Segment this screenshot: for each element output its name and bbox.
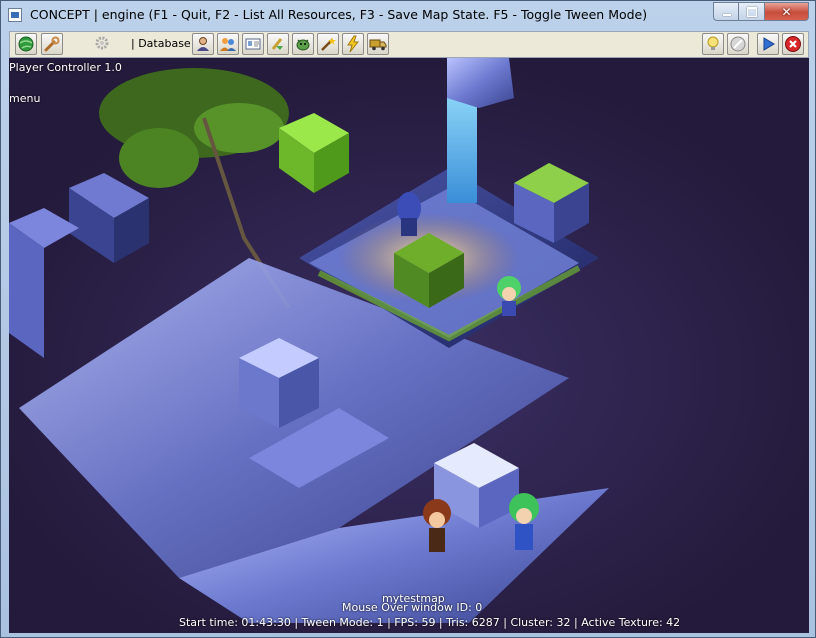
stop-button[interactable] bbox=[727, 33, 749, 55]
close-circle-icon bbox=[785, 36, 801, 52]
wand-icon bbox=[321, 37, 336, 51]
app-icon[interactable] bbox=[8, 8, 22, 22]
play-icon bbox=[763, 37, 775, 51]
bulb-icon bbox=[707, 36, 719, 50]
vehicles-button[interactable] bbox=[367, 33, 389, 55]
play-button[interactable] bbox=[757, 33, 779, 55]
app-window: CONCEPT | engine (F1 - Quit, F2 - List A… bbox=[0, 0, 816, 638]
disc-icon bbox=[730, 36, 746, 52]
items-button[interactable] bbox=[267, 33, 289, 55]
title-bar[interactable]: CONCEPT | engine (F1 - Quit, F2 - List A… bbox=[1, 1, 815, 29]
database-label: | Database bbox=[131, 37, 191, 50]
cards-button[interactable] bbox=[242, 33, 264, 55]
menu-label[interactable]: menu bbox=[9, 92, 40, 105]
maximize-button[interactable] bbox=[739, 2, 765, 21]
potion-icon bbox=[271, 38, 283, 50]
truck-icon bbox=[369, 39, 387, 51]
monster-icon bbox=[296, 39, 310, 51]
window-controls bbox=[713, 2, 809, 21]
isometric-scene[interactable] bbox=[9, 58, 809, 633]
settings-button[interactable] bbox=[91, 33, 113, 55]
toolbar: | Database bbox=[9, 31, 809, 58]
close-button[interactable] bbox=[765, 2, 809, 21]
enemies-button[interactable] bbox=[292, 33, 314, 55]
lightning-icon bbox=[347, 35, 360, 53]
effects-button[interactable] bbox=[342, 33, 364, 55]
gear-icon bbox=[95, 36, 109, 50]
globe-icon bbox=[18, 36, 34, 52]
globe-button[interactable] bbox=[15, 33, 37, 55]
people-icon bbox=[220, 38, 236, 51]
skills-button[interactable] bbox=[317, 33, 339, 55]
window-title: CONCEPT | engine (F1 - Quit, F2 - List A… bbox=[30, 7, 648, 22]
actors-button[interactable] bbox=[192, 33, 214, 55]
classes-button[interactable] bbox=[217, 33, 239, 55]
mouse-over-readout: Mouse Over window ID: 0 bbox=[342, 601, 483, 614]
quit-button[interactable] bbox=[782, 33, 804, 55]
controller-label: Player Controller 1.0 bbox=[9, 61, 122, 74]
wrench-icon bbox=[44, 36, 60, 52]
game-viewport[interactable]: Player Controller 1.0 menu mytestmap Mou… bbox=[9, 58, 809, 633]
light-button[interactable] bbox=[702, 33, 724, 55]
person-icon bbox=[197, 37, 209, 51]
tools-button[interactable] bbox=[41, 33, 63, 55]
stats-bar: Start time: 01:43:30 | Tween Mode: 1 | F… bbox=[179, 616, 681, 629]
minimize-button[interactable] bbox=[713, 2, 739, 21]
id-card-icon bbox=[245, 38, 261, 50]
